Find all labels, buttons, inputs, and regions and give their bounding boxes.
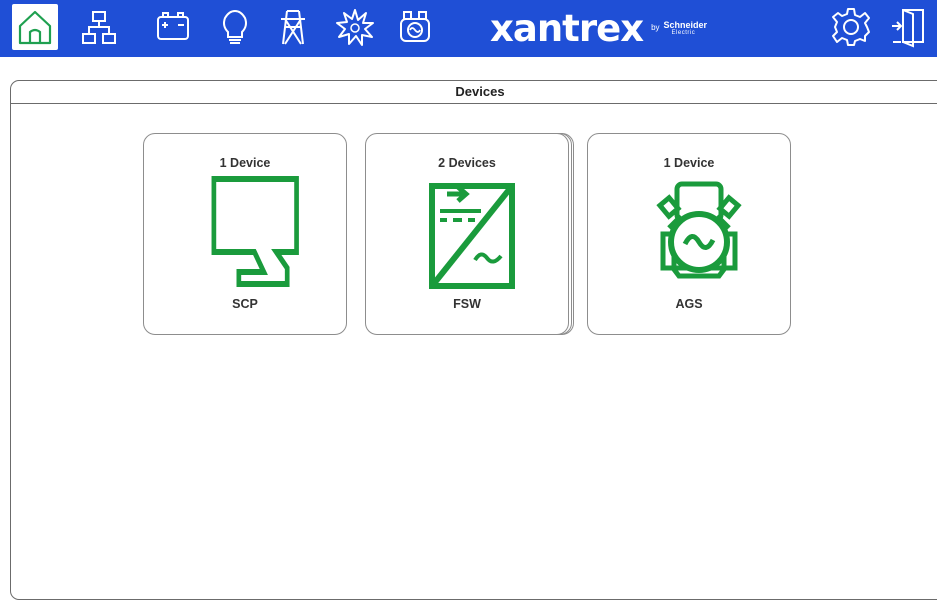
device-label: SCP	[232, 297, 258, 311]
logout-button[interactable]	[886, 4, 932, 50]
brand-by-text: by	[651, 23, 660, 32]
xantrex-logo: xantrex by Schneider Electric	[490, 6, 707, 50]
nav-battery-button[interactable]	[150, 4, 196, 50]
nav-network-button[interactable]	[76, 4, 122, 50]
logout-door-icon	[892, 9, 924, 48]
brand-partner-name: Schneider	[663, 19, 708, 30]
device-count: 1 Device	[219, 156, 271, 170]
nav-grid-button[interactable]	[270, 4, 316, 50]
device-label: AGS	[675, 297, 703, 311]
lightbulb-icon	[223, 9, 247, 44]
nav-events-button[interactable]	[332, 4, 378, 50]
panel-title: Devices	[11, 81, 937, 104]
top-nav-bar: xantrex by Schneider Electric	[0, 0, 937, 57]
settings-icon	[832, 8, 870, 46]
generator-icon	[400, 11, 430, 42]
power-tower-icon	[281, 10, 305, 45]
fsw-inverter-icon	[429, 183, 515, 289]
settings-button[interactable]	[828, 4, 874, 50]
home-icon	[18, 10, 52, 45]
device-label: FSW	[453, 297, 481, 311]
network-icon	[82, 11, 116, 44]
burst-icon	[336, 9, 374, 46]
nav-lighting-button[interactable]	[212, 4, 258, 50]
device-card-scp[interactable]: 1 Device SCP	[143, 133, 347, 335]
ags-generator-icon	[656, 181, 742, 279]
battery-icon	[157, 12, 189, 40]
scp-panel-icon	[211, 176, 299, 287]
device-card-ags[interactable]: 1 Device AGS	[587, 133, 791, 335]
brand-partner: by Schneider Electric	[651, 19, 708, 36]
nav-home-button[interactable]	[12, 4, 58, 50]
device-count: 1 Device	[663, 156, 715, 170]
device-card-fsw[interactable]: 2 Devices FSW	[365, 133, 569, 335]
brand-partner-sub: Electric	[671, 29, 696, 36]
device-count: 2 Devices	[438, 156, 496, 170]
nav-generator-button[interactable]	[392, 4, 438, 50]
brand-name: xantrex	[490, 6, 644, 50]
